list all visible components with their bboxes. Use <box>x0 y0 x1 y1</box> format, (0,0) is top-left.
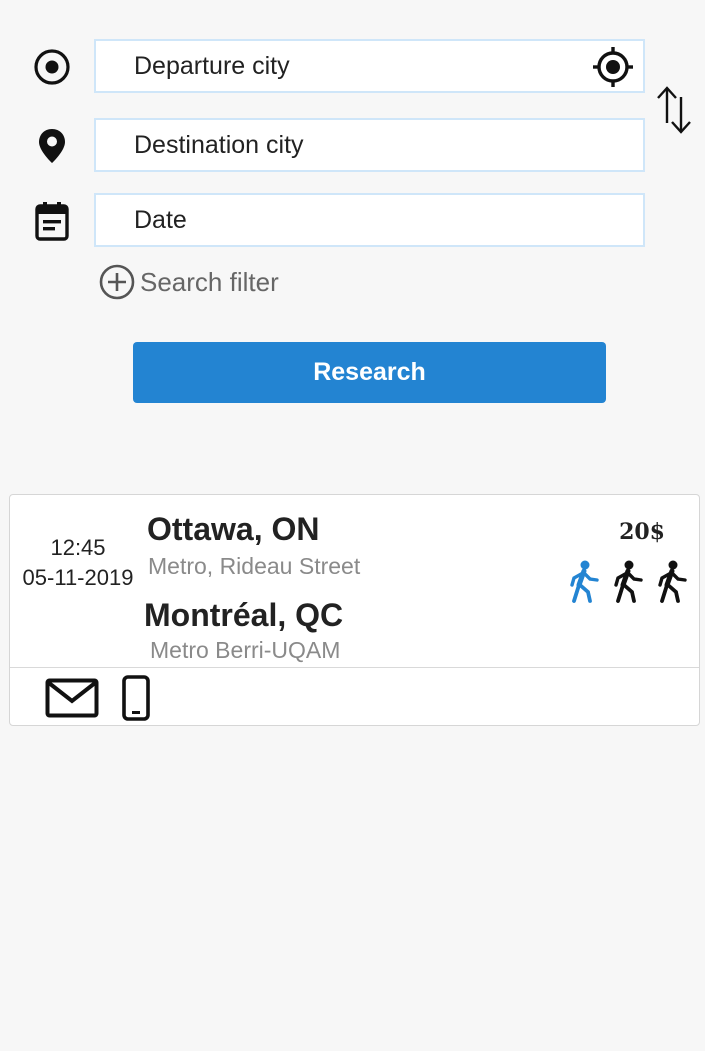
trip-price: 20$ <box>619 519 665 545</box>
person-walking-icon <box>565 559 603 605</box>
trip-result-card[interactable]: 12:45 05-11-2019 Ottawa, ON Metro, Ridea… <box>9 494 700 726</box>
search-filter-label: Search filter <box>140 266 279 297</box>
search-filter-toggle[interactable]: Search filter <box>98 262 279 302</box>
card-divider <box>10 667 699 668</box>
trip-date: 05-11-2019 <box>22 565 134 590</box>
destination-city-input[interactable] <box>94 118 645 172</box>
card-actions <box>44 675 154 721</box>
origin-city: Ottawa, ON <box>147 511 320 547</box>
calendar-icon <box>32 201 72 241</box>
person-walking-icon <box>653 559 691 605</box>
person-walking-icon <box>609 559 647 605</box>
trip-departure-time: 12:45 05-11-2019 <box>10 533 146 593</box>
plus-circle-icon <box>98 263 136 301</box>
smartphone-icon[interactable] <box>118 675 154 721</box>
research-button[interactable]: Research <box>133 342 606 403</box>
date-input[interactable] <box>94 193 645 247</box>
gps-locate-icon[interactable] <box>590 44 636 90</box>
radio-target-icon <box>32 47 72 87</box>
origin-stop: Metro, Rideau Street <box>148 553 361 579</box>
destination-stop: Metro Berri-UQAM <box>150 637 341 663</box>
swap-vertical-icon[interactable] <box>652 82 696 138</box>
departure-city-input[interactable] <box>94 39 645 93</box>
map-pin-icon <box>32 126 72 166</box>
destination-city: Montréal, QC <box>144 597 344 633</box>
trip-search-page: Search filter Research 12:45 05-11-2019 … <box>0 0 705 1051</box>
seat-availability <box>565 559 691 605</box>
trip-time: 12:45 <box>50 535 106 560</box>
envelope-icon[interactable] <box>44 675 100 721</box>
